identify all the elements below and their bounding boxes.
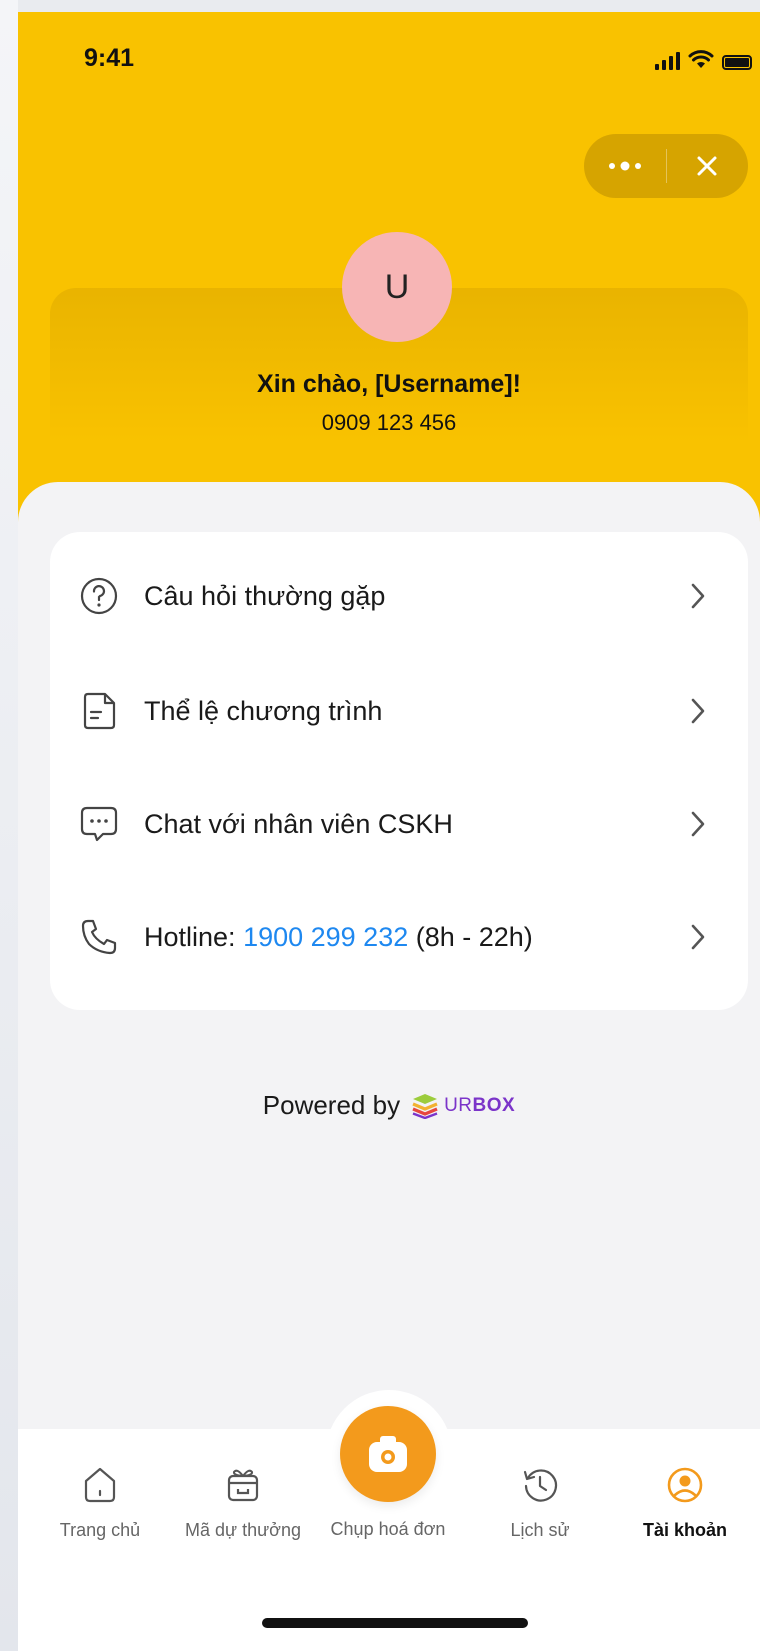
menu-card: Câu hỏi thường gặp Thể lệ chương trình C… [50,532,748,1010]
mini-app-capsule [584,134,748,198]
urbox-wordmark: URBOX [444,1094,516,1116]
hotline-prefix: Hotline: [144,921,244,952]
close-icon [697,156,717,176]
menu-item-label: Thể lệ chương trình [144,695,383,726]
avatar[interactable]: U [342,232,452,342]
wifi-icon [688,50,714,68]
user-phone-number: 0909 123 456 [321,410,457,435]
tab-lottery-codes[interactable]: Mã dự thưởng [168,1464,318,1541]
phone-icon [78,916,120,958]
chevron-right-icon [691,698,705,724]
home-indicator [262,1618,528,1628]
menu-item-label: Chat với nhân viên CSKH [144,808,453,839]
chat-bubble-icon [78,803,120,845]
home-icon [25,1464,175,1506]
tab-label: Chụp hoá đơn [330,1519,446,1539]
chevron-right-icon [691,924,705,950]
tab-label: Tài khoản [642,1520,727,1540]
hotline-number[interactable]: 1900 299 232 [243,922,408,952]
status-icons [655,48,752,70]
close-button[interactable] [667,134,749,198]
history-icon [465,1464,615,1506]
chevron-right-icon [691,811,705,837]
hotline-label: Hotline: 1900 299 232 (8h - 22h) [144,922,533,953]
menu-item-rules[interactable]: Thể lệ chương trình [50,656,748,766]
tab-label: Mã dự thưởng [185,1520,301,1540]
menu-item-hotline[interactable]: Hotline: 1900 299 232 (8h - 22h) [50,882,748,992]
menu-item-chat[interactable]: Chat với nhân viên CSKH [50,769,748,879]
camera-icon [369,1436,407,1472]
urbox-logo-icon [412,1093,438,1119]
tab-home[interactable]: Trang chủ [25,1464,175,1541]
greeting-text: Xin chào, [Username]! [257,370,521,398]
tab-label: Lịch sử [510,1520,570,1540]
menu-item-faq[interactable]: Câu hỏi thường gặp [50,541,748,651]
more-dots-icon [608,161,641,171]
phone-screen: 9:41 U Xin chào, [Username]! 0909 123 45… [18,12,760,1651]
document-icon [78,690,120,732]
powered-by: Powered by URBOX [18,1090,760,1121]
status-time: 9:41 [84,44,135,72]
background-edge [0,0,18,1651]
chevron-right-icon [691,583,705,609]
hotline-hours: (8h - 22h) [408,921,533,952]
question-circle-icon [78,575,120,617]
menu-item-label: Câu hỏi thường gặp [144,580,386,611]
tab-scan-receipt[interactable]: Chụp hoá đơn [313,1519,463,1540]
signal-icon [655,52,680,70]
battery-icon [722,55,752,70]
urbox-logo: URBOX [410,1093,515,1119]
gift-box-icon [168,1464,318,1506]
tab-history[interactable]: Lịch sử [465,1464,615,1541]
tab-account[interactable]: Tài khoản [610,1464,760,1541]
user-circle-icon [610,1464,760,1506]
powered-by-text: Powered by [262,1090,401,1120]
camera-button[interactable] [340,1406,436,1502]
tab-label: Trang chủ [59,1520,141,1540]
more-button[interactable] [584,134,666,198]
